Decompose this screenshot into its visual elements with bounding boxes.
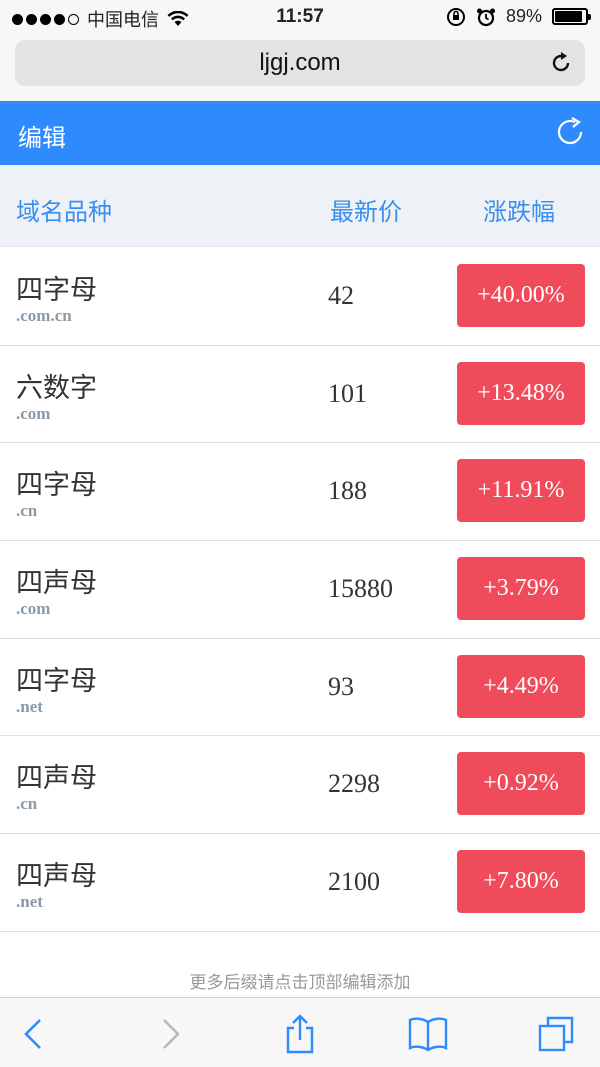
row-suffix: .net [16,696,43,716]
battery-percent: 89% [505,6,542,26]
forward-icon[interactable] [150,1014,190,1054]
table-row[interactable]: 四字母 .net 93 +4.49% [0,639,600,737]
app-header: 编辑 [0,101,600,165]
row-suffix: .cn [16,794,38,814]
row-change-badge[interactable]: +3.79% [457,557,585,621]
browser-chrome: ljgj.com [0,34,600,101]
table-row[interactable]: 六数字 .com 101 +13.48% [0,346,600,444]
row-suffix: .net [16,892,43,912]
column-header-price[interactable]: 最新价 [330,192,402,227]
footnote-hint: 更多后缀请点击顶部编辑添加 [189,973,411,992]
row-name: 四字母 [16,275,97,305]
column-header-variety[interactable]: 域名品种 [16,192,112,227]
row-suffix: .com [16,599,51,619]
row-change-badge[interactable]: +4.49% [457,654,585,718]
row-suffix: .com [16,403,51,423]
back-icon[interactable] [14,1014,54,1054]
url-text[interactable]: ljgj.com [15,49,585,77]
status-right: 89% [446,6,591,27]
column-header-change[interactable]: 涨跌幅 [483,192,555,227]
row-name: 六数字 [16,372,97,403]
orientation-lock-icon [446,7,465,26]
row-price: 188 [328,476,367,506]
domain-list: 四字母 .com.cn 42 +40.00% 六数字 .com 101 +13.… [0,248,600,932]
share-icon[interactable] [280,1014,320,1054]
row-name: 四声母 [16,861,97,892]
row-change-badge[interactable]: +0.92% [457,752,585,816]
row-price: 15880 [328,574,393,604]
row-price: 101 [328,378,367,408]
row-change-badge[interactable]: +13.48% [457,361,585,425]
battery-icon [552,8,591,25]
table-row[interactable]: 四字母 .cn 188 +11.91% [0,443,600,542]
row-change-badge[interactable]: +7.80% [457,850,585,914]
row-name: 四字母 [16,470,97,501]
browser-toolbar [0,997,600,1067]
table-row[interactable]: 四声母 .cn 2298 +0.92% [0,736,600,835]
refresh-icon[interactable] [554,116,586,148]
table-row[interactable]: 四声母 .com 15880 +3.79% [0,541,600,639]
edit-button[interactable]: 编辑 [18,118,66,153]
row-change-badge[interactable]: +40.00% [457,264,585,327]
bookmarks-icon[interactable] [408,1014,448,1054]
row-price: 2100 [328,867,380,897]
status-bar: 中国电信 11:57 89% [0,0,600,34]
table-row[interactable]: 四字母 .com.cn 42 +40.00% [0,248,600,346]
row-price: 2298 [328,769,380,799]
row-change-badge[interactable]: +11.91% [457,459,585,523]
row-suffix: .com.cn [16,306,72,325]
row-name: 四声母 [16,568,97,599]
row-price: 42 [328,281,354,310]
row-name: 四声母 [16,763,97,794]
reload-icon[interactable] [549,51,573,75]
row-name: 四字母 [16,665,97,696]
address-bar[interactable]: ljgj.com [15,40,585,86]
alarm-icon [476,8,495,26]
tabs-icon[interactable] [536,1014,576,1054]
row-price: 93 [328,671,354,701]
row-suffix: .cn [16,501,38,521]
table-row[interactable]: 四声母 .net 2100 +7.80% [0,834,600,932]
table-header: 域名品种 最新价 涨跌幅 [0,165,600,247]
